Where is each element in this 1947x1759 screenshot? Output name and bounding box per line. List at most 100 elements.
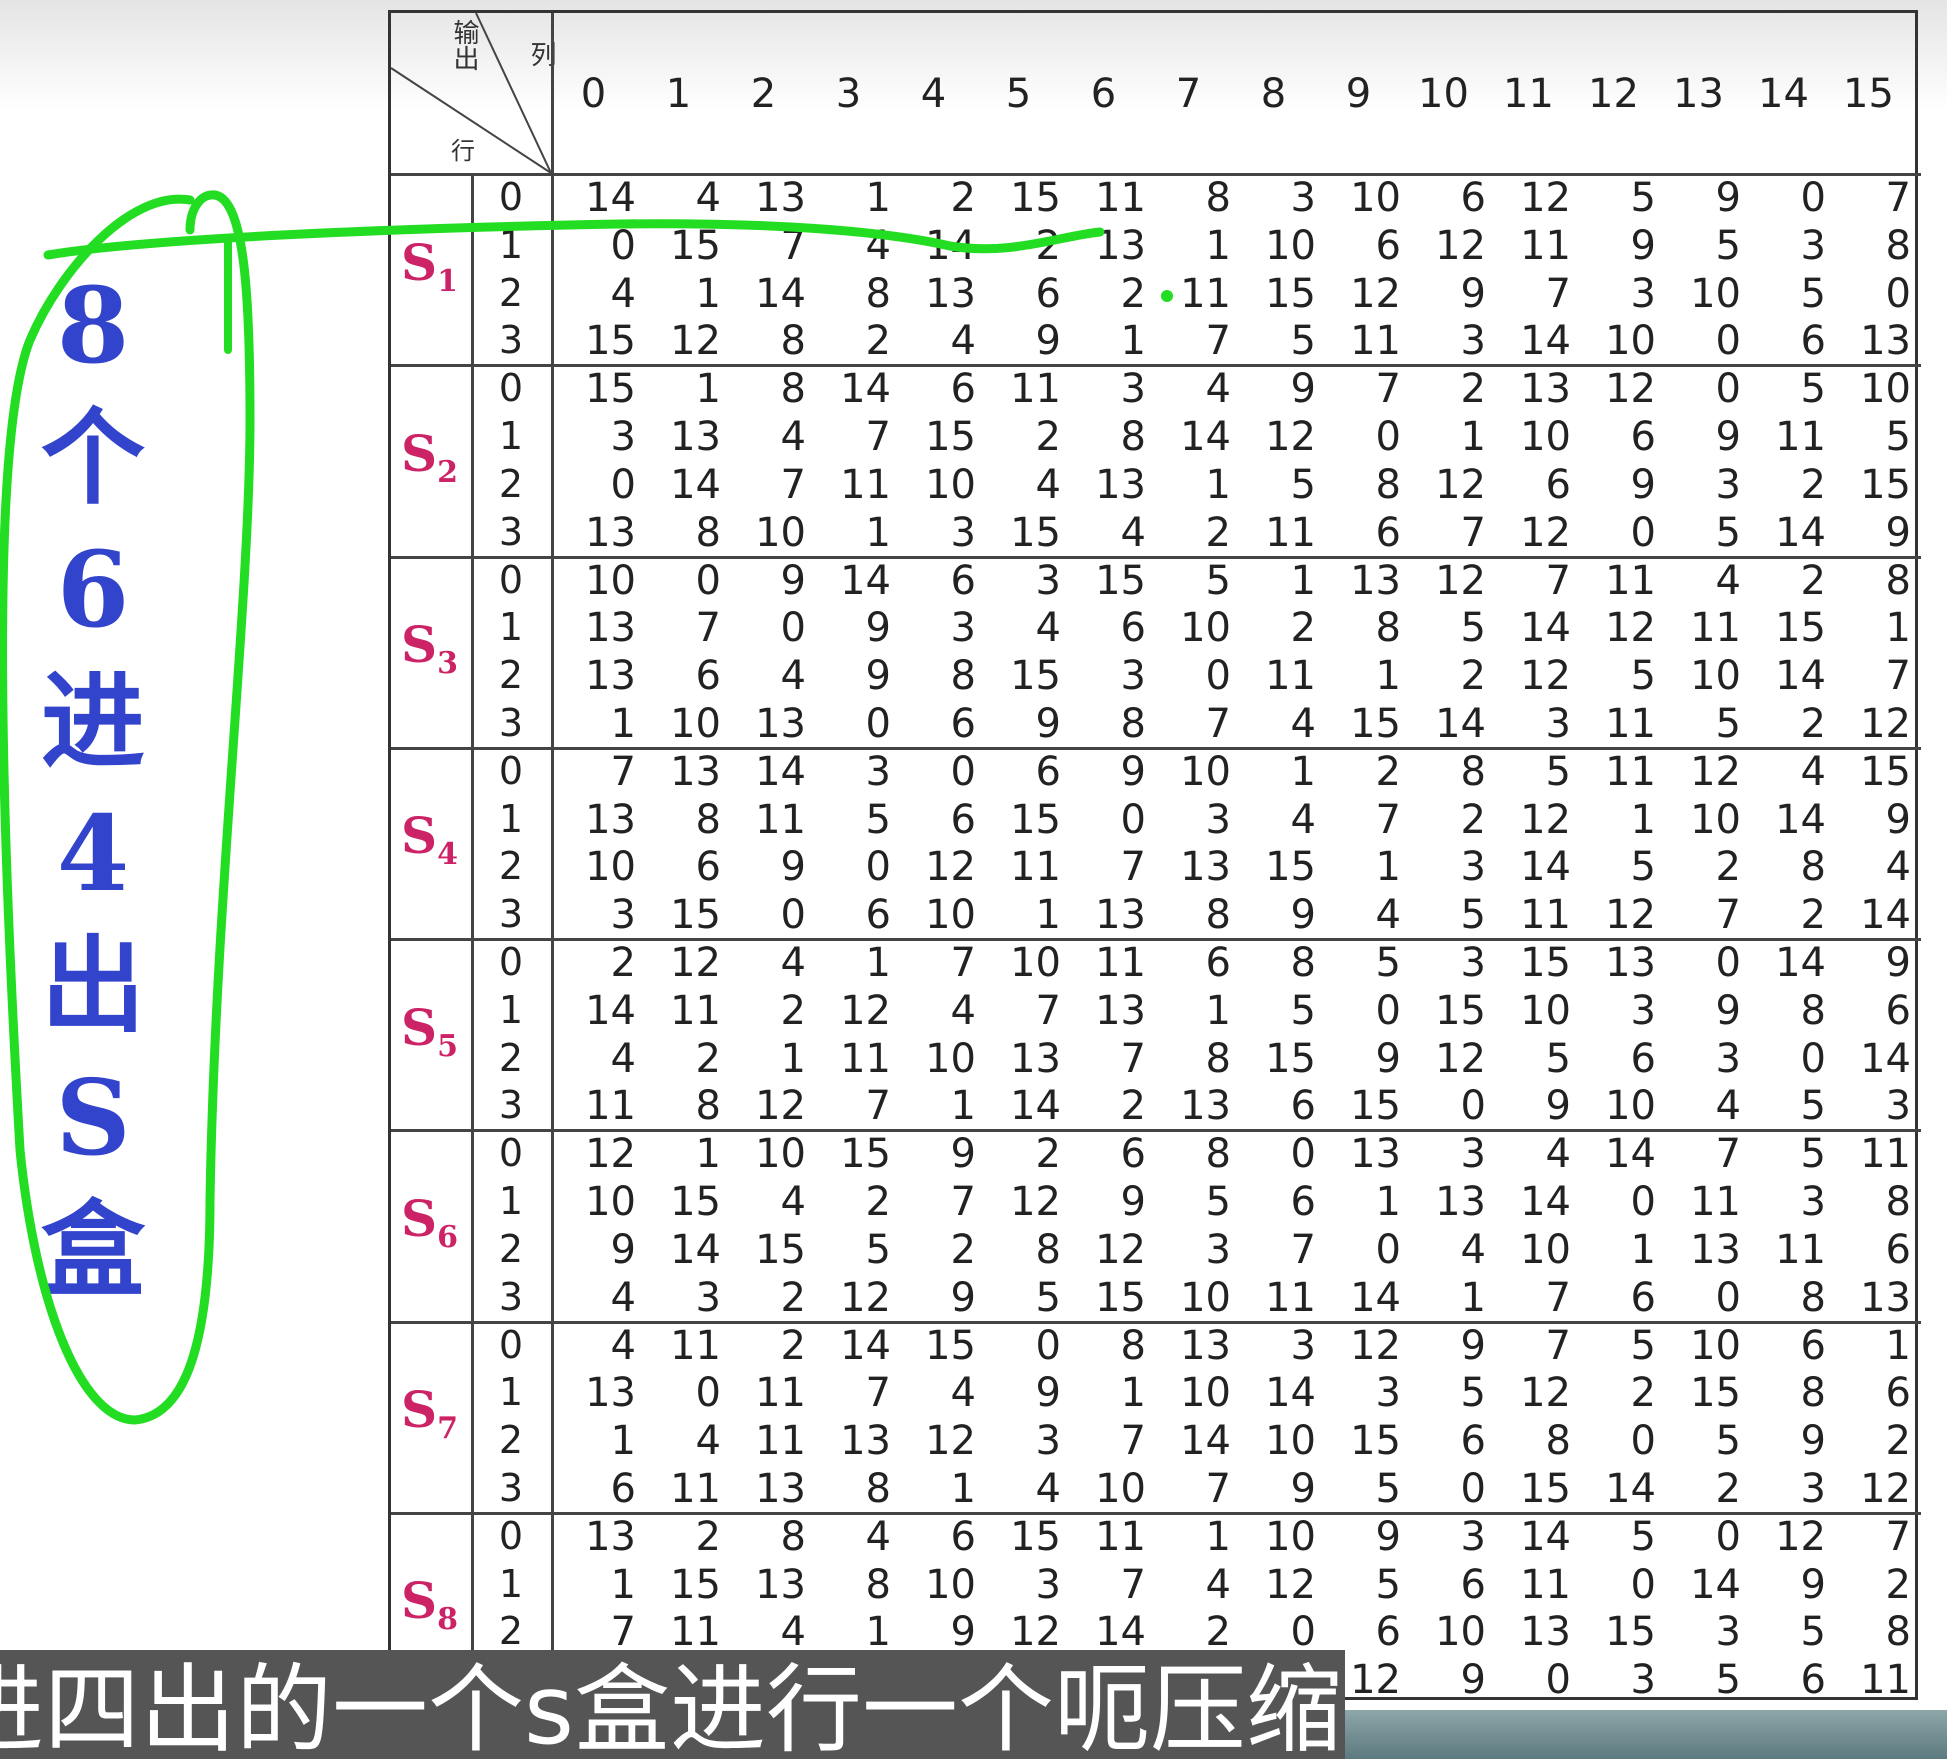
- sbox-cell: 1: [1035, 892, 1061, 939]
- sbox-cell: 5: [1715, 1418, 1741, 1465]
- sbox-cell: 12: [840, 1274, 891, 1321]
- sbox-cell: 8: [1120, 414, 1146, 461]
- sbox-cell: 9: [610, 1226, 636, 1273]
- sbox-cell: 6: [1375, 222, 1401, 269]
- sbox-cell: 3: [950, 605, 976, 652]
- sbox-cell: 6: [695, 844, 721, 891]
- sbox-cell: 8: [1290, 940, 1316, 986]
- sbox-cell: 3: [1120, 366, 1146, 413]
- sbox-cell: 14: [840, 366, 891, 413]
- sbox-cell: 13: [1860, 1274, 1911, 1321]
- sbox-cell: 4: [1545, 1131, 1571, 1178]
- sbox-cell: 11: [1180, 270, 1231, 317]
- sbox-cell: 11: [1520, 1561, 1571, 1608]
- sbox-cell: 5: [1290, 461, 1316, 508]
- sbox-cell: 3: [1290, 175, 1316, 221]
- sbox-cell: 13: [755, 175, 806, 221]
- sbox-cell: 4: [610, 1322, 636, 1369]
- sbox-cell: 1: [610, 1561, 636, 1608]
- sbox-cell: 12: [670, 318, 721, 365]
- sbox-cell: 7: [610, 1609, 636, 1656]
- sbox-cell: 8: [950, 653, 976, 700]
- sbox-cell: 13: [1520, 1609, 1571, 1656]
- sbox-cell: 10: [925, 1035, 976, 1082]
- sbox-cell: 2: [1290, 605, 1316, 652]
- sbox-cell: 12: [925, 844, 976, 891]
- sbox-cell: 7: [1205, 700, 1231, 747]
- sbox-cell: 14: [1860, 1035, 1911, 1082]
- sbox-cell: 13: [1180, 844, 1231, 891]
- sbox-cell: 7: [1885, 175, 1911, 221]
- sbox-cell: 11: [1605, 748, 1656, 795]
- sbox-cell: 2: [1800, 557, 1826, 604]
- sbox-cell: 11: [1095, 1513, 1146, 1560]
- sbox-cell: 2: [1205, 1609, 1231, 1656]
- sbox-cell: 11: [1860, 1657, 1911, 1704]
- sbox-cell: 5: [1800, 1609, 1826, 1656]
- sbox-cell: 11: [1520, 892, 1571, 939]
- sbox-cell: 6: [1035, 270, 1061, 317]
- sbox-cell: 14: [1180, 414, 1231, 461]
- row-index: 0: [498, 748, 524, 793]
- sbox-cell: 13: [755, 1561, 806, 1608]
- sbox-cell: 9: [1715, 987, 1741, 1034]
- sbox-cell: 10: [1265, 222, 1316, 269]
- column-header: 0: [580, 71, 607, 117]
- sbox-cell: 0: [695, 557, 721, 604]
- column-header: 4: [920, 71, 947, 117]
- box-name-index: 6: [437, 1219, 458, 1255]
- sbox-cell: 1: [1460, 1274, 1486, 1321]
- sbox-cell: 1: [1205, 461, 1231, 508]
- sbox-cell: 4: [780, 653, 806, 700]
- sbox-cell: 10: [1605, 1083, 1656, 1130]
- sbox-cell: 4: [1290, 796, 1316, 843]
- sbox-cell: 4: [695, 1418, 721, 1465]
- sbox-cell: 0: [1375, 987, 1401, 1034]
- sbox-cell: 10: [1520, 987, 1571, 1034]
- sbox-cell: 0: [1630, 1418, 1656, 1465]
- sbox-cell: 14: [1520, 605, 1571, 652]
- row-index: 1: [498, 605, 524, 650]
- sbox-cell: 14: [1775, 940, 1826, 986]
- sbox-cell: 6: [1630, 1274, 1656, 1321]
- sbox-cell: 7: [1545, 557, 1571, 604]
- sbox-cell: 9: [1460, 1322, 1486, 1369]
- sbox-cell: 14: [670, 461, 721, 508]
- sbox-cell: 14: [1435, 700, 1486, 747]
- sbox-cell: 6: [950, 557, 976, 604]
- sbox-cell: 8: [1800, 1370, 1826, 1417]
- sbox-cell: 0: [1205, 653, 1231, 700]
- sbox-cell: 1: [1630, 796, 1656, 843]
- sbox-cell: 1: [1885, 1322, 1911, 1369]
- sbox-cell: 3: [1715, 1035, 1741, 1082]
- sbox-cell: 3: [865, 748, 891, 795]
- sbox-cell: 0: [1290, 1131, 1316, 1178]
- sbox-cell: 14: [1180, 1418, 1231, 1465]
- sbox-cell: 14: [1350, 1274, 1401, 1321]
- sbox-cell: 3: [1545, 700, 1571, 747]
- sbox-cell: 11: [670, 1322, 721, 1369]
- sbox-cell: 8: [695, 796, 721, 843]
- sbox-cell: 5: [1375, 940, 1401, 986]
- sbox-cell: 6: [1885, 987, 1911, 1034]
- sbox-cell: 0: [1630, 1179, 1656, 1226]
- sbox-cell: 13: [755, 1465, 806, 1512]
- column-header: 5: [1005, 71, 1032, 117]
- sbox-cell: 1: [865, 1609, 891, 1656]
- column-header: 3: [835, 71, 862, 117]
- sbox-cell: 2: [1460, 653, 1486, 700]
- sbox-cell: 10: [1265, 1418, 1316, 1465]
- row-index: 0: [498, 366, 524, 411]
- sbox-cell: 0: [1715, 318, 1741, 365]
- column-header: 13: [1673, 71, 1724, 117]
- box-name-letter: S: [401, 615, 438, 675]
- sbox-cell: 4: [865, 1513, 891, 1560]
- sbox-cell: 15: [1010, 175, 1061, 221]
- sbox-cell: 5: [1630, 653, 1656, 700]
- sbox-cell: 15: [840, 1131, 891, 1178]
- box-name: S1: [401, 233, 458, 299]
- sbox-cell: 13: [1180, 1322, 1231, 1369]
- row-index: 1: [498, 1370, 524, 1415]
- sbox-cell: 15: [585, 366, 636, 413]
- sbox-cell: 15: [925, 414, 976, 461]
